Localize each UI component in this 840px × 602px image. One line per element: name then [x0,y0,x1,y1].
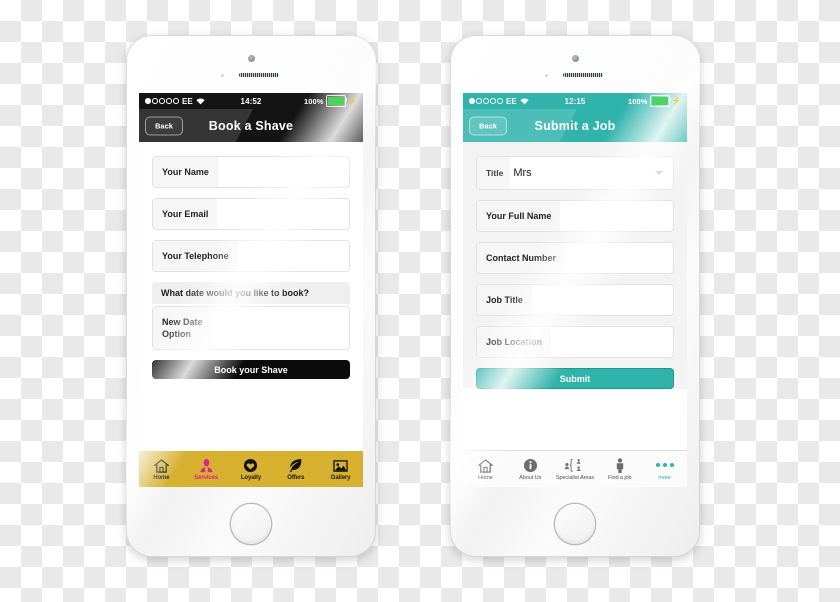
page-title: Submit a Job [534,118,616,133]
proximity-sensor-icon [221,74,224,77]
status-right-group: 100% ⚡ [303,95,357,107]
tab-label: Find a job [608,475,632,481]
home-button[interactable] [555,504,595,544]
info-circle-icon [523,457,538,473]
tab-services[interactable]: Services [184,451,229,487]
tab-home[interactable]: Home [463,451,508,487]
page-title: Book a Shave [208,118,294,133]
tab-more[interactable]: more [642,451,687,487]
home-icon [153,457,169,473]
field-label: Contact Number [477,243,566,273]
phone-device-right: EE 12:15 100% ⚡ Back Submit a Job Title … [450,35,700,557]
date-section-heading: What date would you like to book? [152,282,350,304]
field-label: Your Telephone [153,241,238,271]
lightning-bolt-icon: ⚡ [672,97,681,105]
tab-offers[interactable]: Offers [273,451,318,487]
battery-icon [326,95,347,107]
nav-bar-left: Back Book a Shave [139,109,363,142]
people-group-icon [564,457,586,473]
book-your-shave-button[interactable]: Book your Shave [152,360,350,379]
tab-home[interactable]: Home [139,451,184,487]
front-camera-icon [571,55,579,62]
field-your-email[interactable]: Your Email [152,198,350,230]
front-camera-icon [247,55,255,62]
carrier-label: EE [505,96,517,106]
heart-badge-icon [243,457,258,473]
tab-gallery[interactable]: Gallery [318,451,363,487]
field-label: Your Name [153,157,218,187]
earpiece-speaker-icon [563,73,603,77]
field-contact-number[interactable]: Contact Number [476,242,674,274]
photos-icon [333,457,348,473]
status-bar-right: EE 12:15 100% ⚡ [463,93,687,109]
new-date-input[interactable] [212,307,349,349]
tab-bar-right: Home About Us Specialist Areas Find a jo… [463,450,687,487]
tab-loyalty[interactable]: Loyalty [229,451,274,487]
signal-strength-icon [469,98,503,104]
field-label: Your Full Name [477,201,561,231]
proximity-sensor-icon [545,74,548,77]
nav-bar-right: Back Submit a Job [463,109,687,142]
person-icon [614,457,626,473]
status-left-group: EE [469,97,529,106]
date-label-line2: Option [162,329,191,339]
home-icon [477,457,493,473]
field-label: Your Email [153,199,218,229]
field-label: Title [477,157,511,189]
submit-button[interactable]: Submit [476,368,674,389]
home-button[interactable] [231,504,271,544]
signal-strength-icon [145,98,179,104]
three-dots-icon [655,457,674,473]
field-your-name[interactable]: Your Name [152,156,350,188]
field-full-name[interactable]: Your Full Name [476,200,674,232]
tab-label: more [658,475,671,481]
status-left-group: EE [145,97,205,106]
status-right-group: 100% ⚡ [627,95,681,107]
phone-screen-right: EE 12:15 100% ⚡ Back Submit a Job Title … [463,93,687,487]
field-job-title[interactable]: Job Title [476,284,674,316]
title-select-value[interactable]: Mrs [510,167,655,179]
tab-find-a-job[interactable]: Find a job [597,451,642,487]
tab-label: Offers [287,475,305,481]
lightning-bolt-icon: ⚡ [348,97,357,105]
tab-label: Home [478,475,493,481]
tab-label: About Us [519,475,542,481]
carrier-label: EE [181,96,193,106]
status-bar-left: EE 14:52 100% ⚡ [139,93,363,109]
tab-label: Home [153,475,170,481]
tab-label: Services [194,475,219,481]
form-container-right: Title Mrs Your Full Name Contact Number … [463,142,687,389]
tab-specialist-areas[interactable]: Specialist Areas [553,451,598,487]
chevron-down-icon[interactable] [655,171,663,175]
field-job-location[interactable]: Job Location [476,326,674,358]
field-label: New Date Option [153,307,212,349]
field-your-telephone[interactable]: Your Telephone [152,240,350,272]
battery-percent-label: 100% [627,96,648,106]
back-button[interactable]: Back [145,116,183,135]
date-label-line1: New Date [162,316,203,327]
form-container-left: Your Name Your Email Your Telephone What… [139,142,363,379]
wifi-icon [196,98,205,105]
field-title-dropdown[interactable]: Title Mrs [476,156,674,190]
field-label: Job Title [477,285,532,315]
scene: EE 14:52 100% ⚡ Back Book a Shave Your N… [0,0,840,602]
tab-bar-left: Home Services Loyalty Offers Gallery [139,451,363,487]
phone-device-left: EE 14:52 100% ⚡ Back Book a Shave Your N… [126,35,376,557]
tab-label: Gallery [330,475,351,481]
wifi-icon [520,98,529,105]
battery-icon [650,95,671,107]
tab-about-us[interactable]: About Us [508,451,553,487]
battery-percent-label: 100% [303,96,324,106]
earpiece-speaker-icon [239,73,279,77]
leaf-icon [288,457,303,473]
phone-screen-left: EE 14:52 100% ⚡ Back Book a Shave Your N… [139,93,363,487]
field-label: Job Location [477,327,551,357]
tab-label: Loyalty [240,475,262,481]
barber-person-icon [199,457,214,473]
tab-label: Specialist Areas [555,475,595,481]
field-new-date-option[interactable]: New Date Option [152,306,350,350]
back-button[interactable]: Back [469,116,507,135]
